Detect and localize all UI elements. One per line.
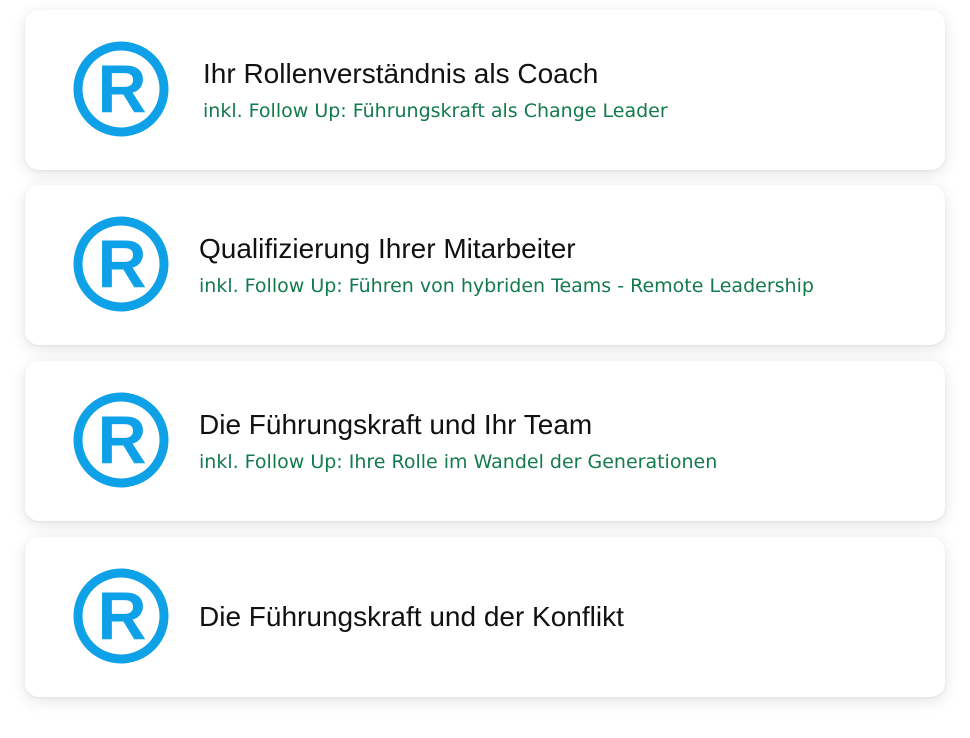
module-card-4[interactable]: R Die Führungskraft und der Konflikt <box>25 537 945 697</box>
module-text: Ihr Rollenverständnis als Coach inkl. Fo… <box>203 10 668 170</box>
module-title: Qualifizierung Ihrer Mitarbeiter <box>199 233 576 264</box>
module-text: Qualifizierung Ihrer Mitarbeiter inkl. F… <box>199 185 814 345</box>
module-subtitle: inkl. Follow Up: Führen von hybriden Tea… <box>199 275 814 297</box>
registered-icon: R <box>73 41 169 137</box>
module-card-3[interactable]: R Die Führungskraft und Ihr Team inkl. F… <box>25 361 945 521</box>
svg-text:R: R <box>97 226 146 302</box>
module-subtitle: inkl. Follow Up: Ihre Rolle im Wandel de… <box>199 451 718 473</box>
module-text: Die Führungskraft und Ihr Team inkl. Fol… <box>199 361 717 521</box>
module-title: Ihr Rollenverständnis als Coach <box>203 58 599 89</box>
svg-text:R: R <box>97 51 146 127</box>
svg-text:R: R <box>97 578 146 654</box>
module-list: R Ihr Rollenverständnis als Coach inkl. … <box>0 0 970 738</box>
module-title: Die Führungskraft und Ihr Team <box>199 409 593 440</box>
svg-text:R: R <box>97 402 146 478</box>
module-card-1[interactable]: R Ihr Rollenverständnis als Coach inkl. … <box>25 10 945 170</box>
registered-icon: R <box>73 568 169 664</box>
module-text: Die Führungskraft und der Konflikt <box>199 537 624 697</box>
registered-icon: R <box>73 216 169 312</box>
registered-icon: R <box>73 392 169 488</box>
module-title: Die Führungskraft und der Konflikt <box>199 601 624 632</box>
module-card-2[interactable]: R Qualifizierung Ihrer Mitarbeiter inkl.… <box>25 185 945 345</box>
module-subtitle: inkl. Follow Up: Führungskraft als Chang… <box>203 100 668 122</box>
